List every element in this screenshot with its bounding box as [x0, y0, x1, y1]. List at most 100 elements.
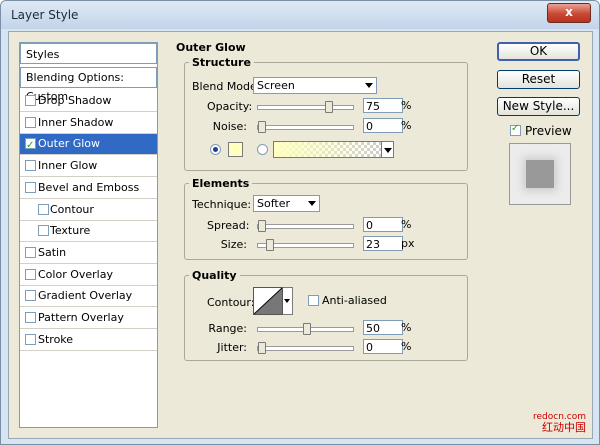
size-label: Size: — [220, 238, 247, 251]
style-item-inner-glow[interactable]: Inner Glow — [20, 156, 157, 178]
outer-glow-title: Outer Glow — [176, 41, 246, 54]
ok-button[interactable]: OK — [497, 42, 580, 61]
opacity-slider[interactable] — [257, 101, 354, 113]
layer-style-dialog: Layer Style x Styles Blending Options: C… — [0, 0, 600, 445]
anti-aliased-label: Anti-aliased — [322, 294, 387, 307]
new-style-button[interactable]: New Style... — [497, 97, 580, 116]
style-item-label: Inner Shadow — [38, 115, 114, 129]
style-item-satin[interactable]: Satin — [20, 243, 157, 264]
blend-mode-label: Blend Mode: — [192, 80, 261, 93]
spread-unit: % — [401, 218, 412, 231]
style-item-label: Bevel and Emboss — [38, 180, 140, 194]
style-item-gradient-overlay[interactable]: Gradient Overlay — [20, 286, 157, 308]
style-item-checkbox[interactable] — [25, 116, 36, 128]
dialog-client-area: Styles Blending Options: Custom Drop Sha… — [8, 31, 593, 439]
preview-checkbox[interactable] — [510, 123, 521, 136]
styles-header[interactable]: Styles — [20, 43, 157, 64]
style-item-checkbox[interactable] — [38, 225, 49, 237]
style-item-inner-shadow[interactable]: Inner Shadow — [20, 113, 157, 134]
style-item-texture[interactable]: Texture — [20, 221, 157, 243]
spread-label: Spread: — [207, 219, 250, 232]
close-button[interactable]: x — [547, 3, 591, 23]
style-item-checkbox[interactable] — [25, 95, 36, 106]
anti-aliased-checkbox[interactable] — [308, 295, 319, 306]
style-item-label: Pattern Overlay — [38, 311, 124, 324]
elements-title: Elements — [189, 177, 253, 190]
jitter-input[interactable]: 0 — [363, 339, 403, 354]
reset-button[interactable]: Reset — [497, 70, 580, 89]
jitter-label: Jitter: — [217, 341, 247, 354]
range-slider[interactable] — [257, 323, 354, 335]
jitter-slider-thumb[interactable] — [258, 342, 266, 354]
size-input[interactable]: 23 — [363, 236, 403, 251]
watermark: redocn.com 红动中国 — [533, 412, 586, 434]
gradient-dropdown-button[interactable] — [381, 141, 394, 158]
range-label: Range: — [208, 322, 247, 335]
style-item-stroke[interactable]: Stroke — [20, 330, 157, 351]
contour-dropdown-button[interactable] — [283, 287, 293, 315]
technique-select[interactable]: Softer — [253, 195, 320, 212]
style-item-checkbox[interactable] — [25, 268, 36, 280]
spread-input[interactable]: 0 — [363, 217, 403, 232]
style-item-checkbox[interactable] — [25, 160, 36, 172]
contour-label: Contour: — [207, 296, 255, 309]
chevron-down-icon — [365, 83, 373, 88]
range-input[interactable]: 50 — [363, 320, 403, 335]
style-item-checkbox[interactable] — [25, 136, 36, 156]
blending-options-item[interactable]: Blending Options: Custom — [20, 67, 157, 103]
blend-mode-value: Screen — [257, 79, 295, 92]
size-unit: px — [401, 237, 415, 250]
style-item-checkbox[interactable] — [25, 246, 36, 258]
style-item-checkbox[interactable] — [25, 312, 36, 323]
noise-unit: % — [401, 119, 412, 132]
size-slider[interactable] — [257, 239, 354, 251]
style-item-label: Satin — [38, 245, 67, 259]
style-item-checkbox[interactable] — [38, 203, 49, 215]
spread-slider-thumb[interactable] — [258, 220, 266, 232]
styles-list: Styles Blending Options: Custom Drop Sha… — [19, 42, 158, 428]
style-item-checkbox[interactable] — [25, 181, 36, 193]
noise-slider-thumb[interactable] — [258, 121, 266, 133]
quality-title: Quality — [189, 269, 240, 282]
jitter-slider[interactable] — [257, 342, 354, 354]
preview-swatch — [526, 160, 554, 188]
glow-gradient-picker[interactable] — [273, 141, 383, 158]
style-item-color-overlay[interactable]: Color Overlay — [20, 265, 157, 286]
jitter-unit: % — [401, 340, 412, 353]
opacity-unit: % — [401, 99, 412, 112]
noise-input[interactable]: 0 — [363, 118, 403, 133]
style-item-outer-glow[interactable]: Outer Glow — [20, 134, 157, 156]
blend-mode-select[interactable]: Screen — [253, 77, 377, 94]
style-item-label: Color Overlay — [38, 267, 113, 281]
technique-label: Technique: — [192, 198, 252, 211]
range-slider-thumb[interactable] — [303, 323, 311, 335]
spread-slider[interactable] — [257, 220, 354, 232]
style-item-label: Texture — [50, 224, 91, 238]
style-preview-thumbnail — [509, 143, 571, 205]
noise-slider[interactable] — [257, 121, 354, 133]
contour-picker[interactable] — [253, 287, 283, 315]
style-item-checkbox[interactable] — [25, 290, 36, 302]
style-item-label: Inner Glow — [38, 159, 98, 173]
style-item-pattern-overlay[interactable]: Pattern Overlay — [20, 308, 157, 329]
style-item-label: Outer Glow — [38, 137, 101, 151]
linear-contour-icon — [254, 288, 282, 314]
range-unit: % — [401, 321, 412, 334]
noise-label: Noise: — [212, 120, 247, 133]
opacity-label: Opacity: — [207, 100, 253, 113]
opacity-slider-thumb[interactable] — [325, 101, 333, 113]
style-item-bevel-and-emboss[interactable]: Bevel and Emboss — [20, 178, 157, 199]
style-item-label: Drop Shadow — [38, 94, 112, 107]
gradient-radio[interactable] — [257, 144, 268, 155]
glow-color-swatch[interactable] — [228, 142, 243, 157]
size-slider-thumb[interactable] — [266, 239, 274, 251]
preview-label: Preview — [525, 124, 572, 138]
window-title: Layer Style — [11, 8, 79, 22]
style-item-label: Stroke — [38, 332, 74, 346]
opacity-input[interactable]: 75 — [363, 98, 403, 113]
style-item-contour[interactable]: Contour — [20, 200, 157, 221]
solid-color-radio[interactable] — [210, 144, 221, 155]
style-item-checkbox[interactable] — [25, 333, 36, 345]
style-item-label: Contour — [50, 202, 94, 216]
style-item-drop-shadow[interactable]: Drop Shadow — [20, 91, 157, 112]
